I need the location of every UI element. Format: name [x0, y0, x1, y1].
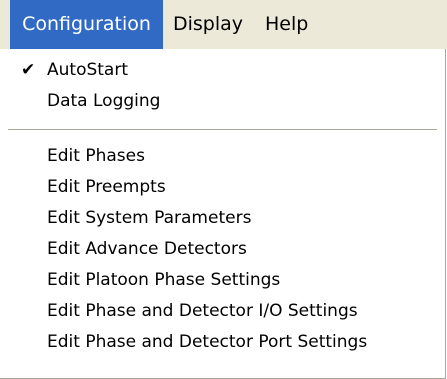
menu-separator	[8, 129, 437, 131]
menu-item-label: Edit Phase and Detector I/O Settings	[47, 301, 358, 321]
menu-help[interactable]: Help	[265, 0, 308, 49]
menu-item-autostart[interactable]: ✔ AutoStart	[0, 55, 445, 85]
menu-item-label: Data Logging	[47, 91, 161, 111]
menu-item-data-logging[interactable]: Data Logging	[0, 86, 445, 116]
menu-item-edit-phase-detector-io-settings[interactable]: Edit Phase and Detector I/O Settings	[0, 296, 445, 326]
menu-configuration[interactable]: Configuration	[10, 0, 163, 49]
menu-item-label: Edit Platoon Phase Settings	[47, 270, 281, 290]
menu-item-label: Edit Preempts	[47, 177, 166, 197]
menu-item-edit-system-parameters[interactable]: Edit System Parameters	[0, 203, 445, 233]
menu-display[interactable]: Display	[173, 0, 243, 49]
menu-item-label: Edit System Parameters	[47, 208, 252, 228]
menu-item-label: Edit Advance Detectors	[47, 239, 247, 259]
menu-item-edit-platoon-phase-settings[interactable]: Edit Platoon Phase Settings	[0, 265, 445, 295]
menu-item-label: Edit Phase and Detector Port Settings	[47, 332, 368, 352]
configuration-dropdown-menu: ✔ AutoStart Data Logging Edit Phases Edi…	[0, 49, 446, 379]
menu-item-edit-advance-detectors[interactable]: Edit Advance Detectors	[0, 234, 445, 264]
menu-item-edit-phase-detector-port-settings[interactable]: Edit Phase and Detector Port Settings	[0, 327, 445, 357]
checkmark-icon: ✔	[21, 60, 36, 80]
menu-item-label: AutoStart	[47, 60, 128, 80]
menu-item-edit-phases[interactable]: Edit Phases	[0, 141, 445, 171]
menu-item-edit-preempts[interactable]: Edit Preempts	[0, 172, 445, 202]
menu-bar: Configuration Display Help	[0, 0, 447, 49]
menu-item-label: Edit Phases	[47, 146, 145, 166]
